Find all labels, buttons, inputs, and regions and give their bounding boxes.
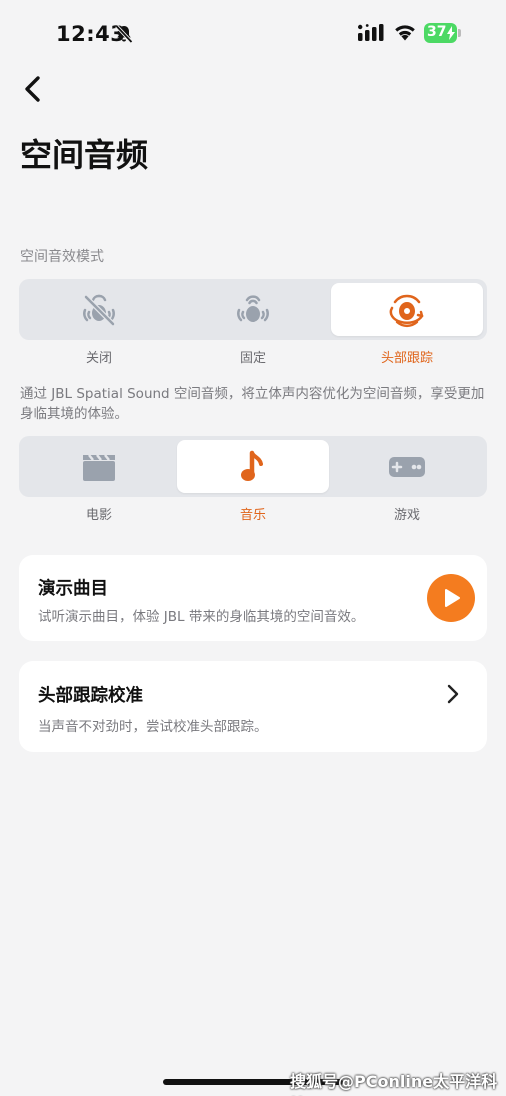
play-icon <box>445 589 460 607</box>
play-button[interactable] <box>427 574 475 622</box>
content-caption-movie: 电影 <box>85 508 112 523</box>
battery-charging-icon: 37 <box>424 23 461 43</box>
spatial-mode-selector <box>19 279 487 340</box>
mode-description: 通过 JBL Spatial Sound 空间音频，将立体声内容优化为空间音频，… <box>20 386 485 422</box>
bell-slash-icon <box>115 24 133 44</box>
calibration-subtitle: 当声音不对劲时，尝试校准头部跟踪。 <box>38 719 268 735</box>
page-title: 空间音频 <box>20 136 149 174</box>
content-option-music[interactable] <box>177 440 329 493</box>
head-tracking-calibration-card[interactable]: 头部跟踪校准 当声音不对劲时，尝试校准头部跟踪。 <box>19 661 487 752</box>
gamepad-icon <box>389 456 425 477</box>
mode-caption-head-tracking: 头部跟踪 <box>380 351 433 366</box>
chevron-right-icon <box>447 684 459 704</box>
calibration-title: 头部跟踪校准 <box>38 686 143 706</box>
content-option-game[interactable] <box>331 440 483 493</box>
spatial-fixed-icon <box>237 294 269 322</box>
demo-track-subtitle: 试听演示曲目，体验 JBL 带来的身临其境的空间音效。 <box>38 609 365 625</box>
mode-caption-off: 关闭 <box>85 351 112 366</box>
demo-track-card[interactable]: 演示曲目 试听演示曲目，体验 JBL 带来的身临其境的空间音效。 <box>19 555 487 641</box>
wifi-icon <box>395 25 415 41</box>
demo-track-title: 演示曲目 <box>38 579 108 599</box>
content-option-movie[interactable] <box>23 440 175 493</box>
mode-caption-fixed: 固定 <box>239 351 266 366</box>
content-type-selector <box>19 436 487 497</box>
battery-level: 37 <box>427 24 447 40</box>
movie-clapper-icon <box>83 453 115 481</box>
head-tracking-icon <box>389 294 424 327</box>
mode-section-label: 空间音效模式 <box>20 249 104 265</box>
back-button[interactable] <box>18 72 50 108</box>
signal-icon <box>358 24 384 41</box>
chevron-left-icon <box>25 76 40 102</box>
mode-option-fixed[interactable] <box>177 283 329 336</box>
status-bar: 12:43 37 <box>0 0 506 70</box>
content-caption-music: 音乐 <box>239 508 266 523</box>
spatial-off-icon <box>83 294 115 326</box>
content-caption-game: 游戏 <box>393 508 420 523</box>
mode-option-off[interactable] <box>23 283 175 336</box>
mode-option-head-tracking[interactable] <box>331 283 483 336</box>
music-note-icon <box>241 450 263 481</box>
watermark: 搜狐号@PConline太平洋科技 <box>290 1072 498 1091</box>
